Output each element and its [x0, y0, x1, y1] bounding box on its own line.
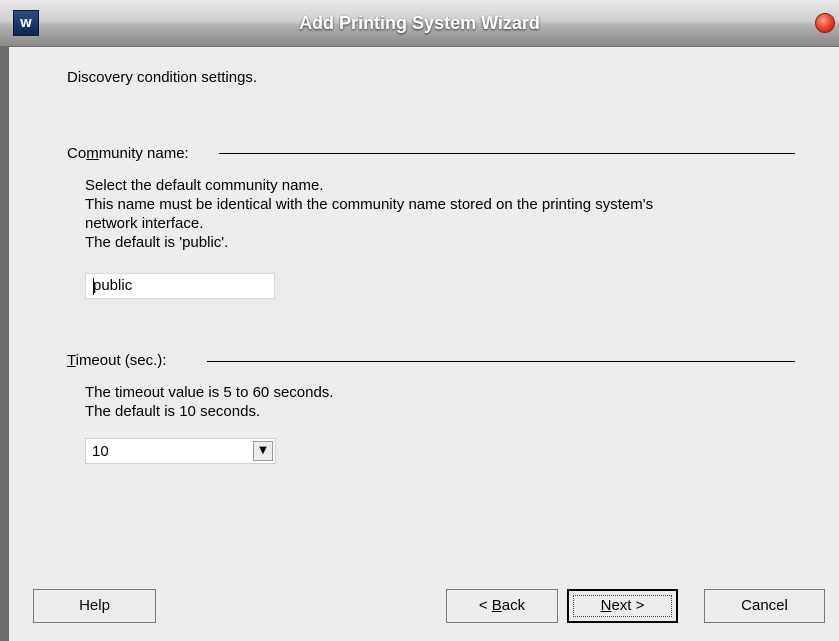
help-button[interactable]: Help [33, 589, 156, 623]
intro-text: Discovery condition settings. [67, 69, 258, 86]
chevron-down-icon[interactable]: ▼ [253, 441, 273, 461]
timeout-heading: Timeout (sec.): [67, 352, 167, 369]
timeout-divider [207, 361, 795, 362]
window-frame [0, 47, 9, 641]
window-title: Add Printing System Wizard [299, 13, 540, 33]
timeout-desc-2: The default is 10 seconds. [85, 403, 261, 420]
text-caret [93, 278, 94, 295]
community-heading: Community name: [67, 145, 189, 162]
timeout-select[interactable]: 10 ▼ [85, 438, 276, 464]
wizard-content: Discovery condition settings. Community … [9, 47, 839, 641]
close-button[interactable] [815, 13, 835, 33]
community-name-input[interactable]: public [85, 273, 275, 299]
back-button[interactable]: < Back [446, 589, 558, 623]
community-divider [219, 153, 795, 154]
timeout-value: 10 [92, 443, 109, 460]
community-desc-3: network interface. [85, 215, 204, 232]
community-desc-1: Select the default community name. [85, 177, 324, 194]
community-desc-2: This name must be identical with the com… [85, 196, 654, 213]
next-button[interactable]: Next > [567, 589, 678, 623]
title-bar[interactable]: W Add Printing System Wizard [0, 0, 839, 47]
cancel-button[interactable]: Cancel [704, 589, 825, 623]
community-desc-4: The default is 'public'. [85, 234, 229, 251]
community-name-value: public [93, 277, 133, 294]
timeout-desc-1: The timeout value is 5 to 60 seconds. [85, 384, 334, 401]
